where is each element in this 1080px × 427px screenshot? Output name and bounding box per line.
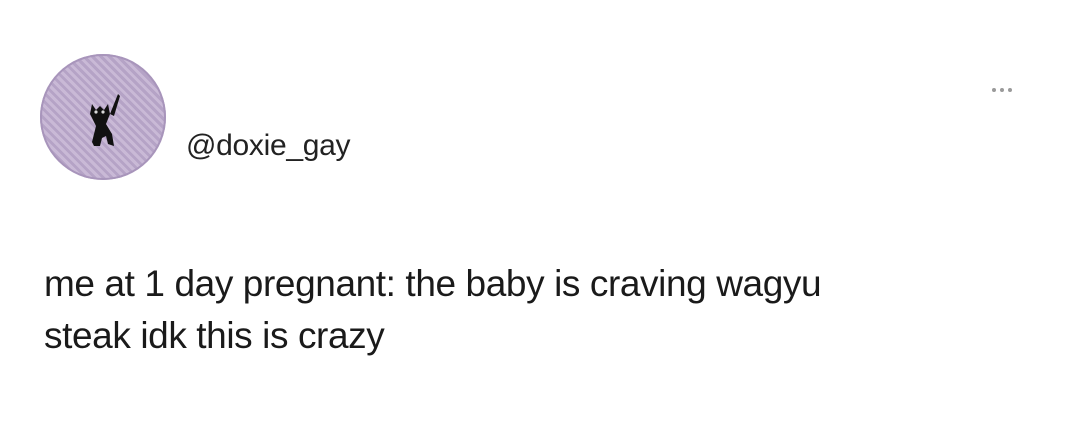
cat-icon: [90, 94, 120, 146]
tweet-card: @doxie_gay me at 1 day pregnant: the bab…: [0, 0, 1080, 427]
avatar[interactable]: [40, 54, 166, 180]
more-horizontal-icon: [992, 88, 996, 92]
tweet-text: me at 1 day pregnant: the baby is cravin…: [44, 258, 1034, 362]
page: @doxie_gay me at 1 day pregnant: the bab…: [0, 0, 1080, 427]
user-handle[interactable]: @doxie_gay: [186, 128, 351, 164]
more-options-button[interactable]: [980, 80, 1024, 100]
tweet-text-line: me at 1 day pregnant: the baby is cravin…: [44, 263, 822, 304]
more-horizontal-icon: [1008, 88, 1012, 92]
tweet-text-line: steak idk this is crazy: [44, 315, 385, 356]
more-horizontal-icon: [1000, 88, 1004, 92]
